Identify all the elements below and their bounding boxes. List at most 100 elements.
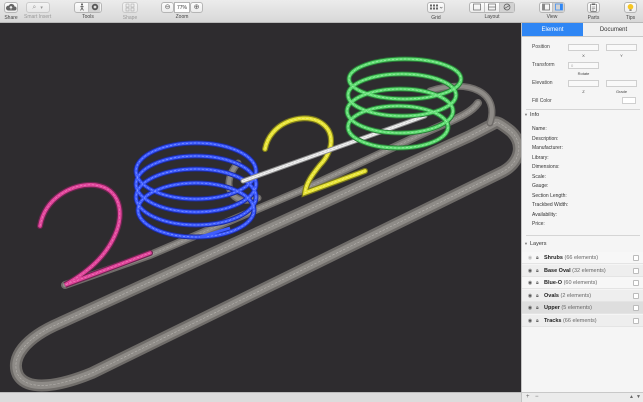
layers-footer: + − ▲ ▼ xyxy=(522,392,643,402)
info-name: Name: xyxy=(532,126,547,132)
zoom-label: Zoom xyxy=(175,14,189,20)
lock-icon[interactable]: 🔒︎ xyxy=(536,255,541,261)
layer-row-upper[interactable]: ◉ 🔒︎ Upper (5 elements) xyxy=(522,302,643,314)
position-x-field[interactable] xyxy=(568,44,599,51)
layout-control: Layout xyxy=(469,2,515,20)
position-label: Position xyxy=(532,44,550,50)
info-library: Library: xyxy=(532,154,549,161)
layer-count: (5 elements) xyxy=(561,305,592,311)
view-right-icon[interactable] xyxy=(552,3,564,12)
shape-icon xyxy=(125,3,135,12)
layout-split-icon[interactable] xyxy=(484,3,499,12)
lock-icon[interactable]: 🔒︎ xyxy=(536,280,541,286)
share-label: Share xyxy=(4,15,18,21)
eye-icon[interactable]: ◉ xyxy=(527,293,533,299)
shape-button[interactable]: Shape xyxy=(122,2,138,21)
layout-canvas[interactable] xyxy=(0,23,521,392)
move-layer-up-button[interactable]: ▲ xyxy=(629,394,634,400)
eye-icon[interactable]: ◉ xyxy=(527,318,533,324)
layer-name: Tracks xyxy=(544,317,562,324)
eye-icon[interactable] xyxy=(88,3,100,12)
zoom-out-icon: ⊖ xyxy=(164,4,171,11)
info-section-header[interactable]: ▼ Info xyxy=(522,112,643,121)
rotate-label: Rotate xyxy=(577,71,590,76)
lock-icon[interactable]: 🔒︎ xyxy=(536,268,541,274)
track-upper-loop[interactable] xyxy=(61,82,496,289)
position-y-field[interactable] xyxy=(606,44,637,51)
shape-label: Shape xyxy=(122,15,138,21)
eye-icon[interactable]: ◉ xyxy=(527,280,533,286)
layer-name: Shrubs xyxy=(544,255,563,261)
layer-row-base-oval[interactable]: ◉ 🔒︎ Base Oval (32 elements) xyxy=(522,264,643,277)
layer-row-shrubs[interactable]: ◉ 🔒︎ Shrubs (66 elements) xyxy=(522,252,643,264)
track-layout-3d[interactable] xyxy=(0,23,521,392)
layer-name: Upper xyxy=(544,305,560,311)
layer-row-ovals[interactable]: ◉ 🔒︎ Ovals (2 elements) xyxy=(522,289,643,302)
layer-checkbox[interactable] xyxy=(633,305,639,311)
smart-insert-button[interactable]: ⌕ ▾ Smart Insert xyxy=(24,2,51,20)
track-base-oval[interactable] xyxy=(9,116,521,392)
layer-checkbox[interactable] xyxy=(633,292,639,299)
layers-title: Layers xyxy=(530,241,547,247)
parts-button[interactable]: Parts xyxy=(587,2,600,21)
lock-icon[interactable]: 🔒︎ xyxy=(536,305,541,311)
eye-icon[interactable]: ◉ xyxy=(527,255,533,261)
elevation-z-field[interactable] xyxy=(568,80,599,87)
elevation-z-label: Z xyxy=(582,89,585,94)
layout-3d-icon[interactable] xyxy=(499,3,514,12)
layers-section-header[interactable]: ▼ Layers xyxy=(522,241,643,250)
layer-count: (66 elements) xyxy=(564,255,599,261)
zoom-out-button[interactable]: ⊖ xyxy=(161,2,174,13)
grid-button[interactable]: Grid xyxy=(427,2,445,21)
tips-button[interactable]: Tips xyxy=(624,2,637,21)
eye-icon[interactable]: ◉ xyxy=(527,305,533,311)
parts-label: Parts xyxy=(587,15,600,21)
track-green-helix[interactable] xyxy=(344,56,464,151)
fill-color-swatch[interactable] xyxy=(622,97,636,104)
grade-label: Grade xyxy=(615,89,628,94)
view-control: View xyxy=(539,2,565,20)
rotate-value: 0 xyxy=(571,63,574,68)
disclosure-triangle-icon: ▼ xyxy=(524,112,528,117)
track-blue-helix[interactable] xyxy=(133,140,259,240)
layout-label: Layout xyxy=(484,14,500,20)
layer-checkbox[interactable] xyxy=(633,317,639,324)
position-x-label: X xyxy=(582,53,585,58)
layer-checkbox[interactable] xyxy=(633,267,639,274)
toolbar: Share ⌕ ▾ Smart Insert Tools Shape ⊖ 77%… xyxy=(0,0,643,23)
layout-single-icon[interactable] xyxy=(470,3,484,12)
view-left-icon[interactable] xyxy=(540,3,552,12)
layer-checkbox[interactable] xyxy=(633,280,639,286)
lock-icon[interactable]: 🔒︎ xyxy=(536,318,541,324)
walker-icon[interactable] xyxy=(76,3,88,12)
zoom-control: ⊖ 77% ⊕ Zoom xyxy=(161,2,203,20)
eye-icon[interactable]: ◉ xyxy=(527,268,533,274)
share-button[interactable]: Share xyxy=(4,2,18,21)
rotate-field[interactable]: 0 xyxy=(568,62,599,69)
info-trackbed-width: Trackbed Width: xyxy=(532,202,569,208)
cloud-upload-icon xyxy=(5,3,17,11)
layer-row-blue-o[interactable]: ◉ 🔒︎ Blue-O (60 elements) xyxy=(522,277,643,289)
layer-count: (32 elements) xyxy=(572,267,606,274)
info-gauge: Gauge: xyxy=(532,183,549,189)
tab-document[interactable]: Document xyxy=(583,23,643,36)
layer-checkbox[interactable] xyxy=(633,255,639,261)
elevation-label: Elevation xyxy=(532,80,553,86)
layer-row-tracks[interactable]: ◉ 🔒︎ Tracks (66 elements) xyxy=(522,314,643,327)
add-layer-button[interactable]: + xyxy=(526,394,530,400)
remove-layer-button[interactable]: − xyxy=(535,394,539,400)
zoom-value[interactable]: 77% xyxy=(174,2,190,13)
move-layer-down-button[interactable]: ▼ xyxy=(636,394,641,400)
info-dimensions: Dimensions: xyxy=(532,164,560,170)
disclosure-triangle-icon: ▼ xyxy=(524,241,528,246)
tools-control[interactable]: Tools xyxy=(74,2,102,20)
info-manufacturer: Manufacturer: xyxy=(532,145,563,151)
track-pink-digit[interactable] xyxy=(37,181,153,288)
lock-icon[interactable]: 🔒︎ xyxy=(536,293,541,299)
zoom-in-button[interactable]: ⊕ xyxy=(190,2,203,13)
info-title: Info xyxy=(530,112,540,118)
fill-color-label: Fill Color xyxy=(532,98,552,104)
tab-element[interactable]: Element xyxy=(522,23,583,36)
grade-field[interactable] xyxy=(606,80,637,87)
clipboard-icon xyxy=(590,3,597,12)
